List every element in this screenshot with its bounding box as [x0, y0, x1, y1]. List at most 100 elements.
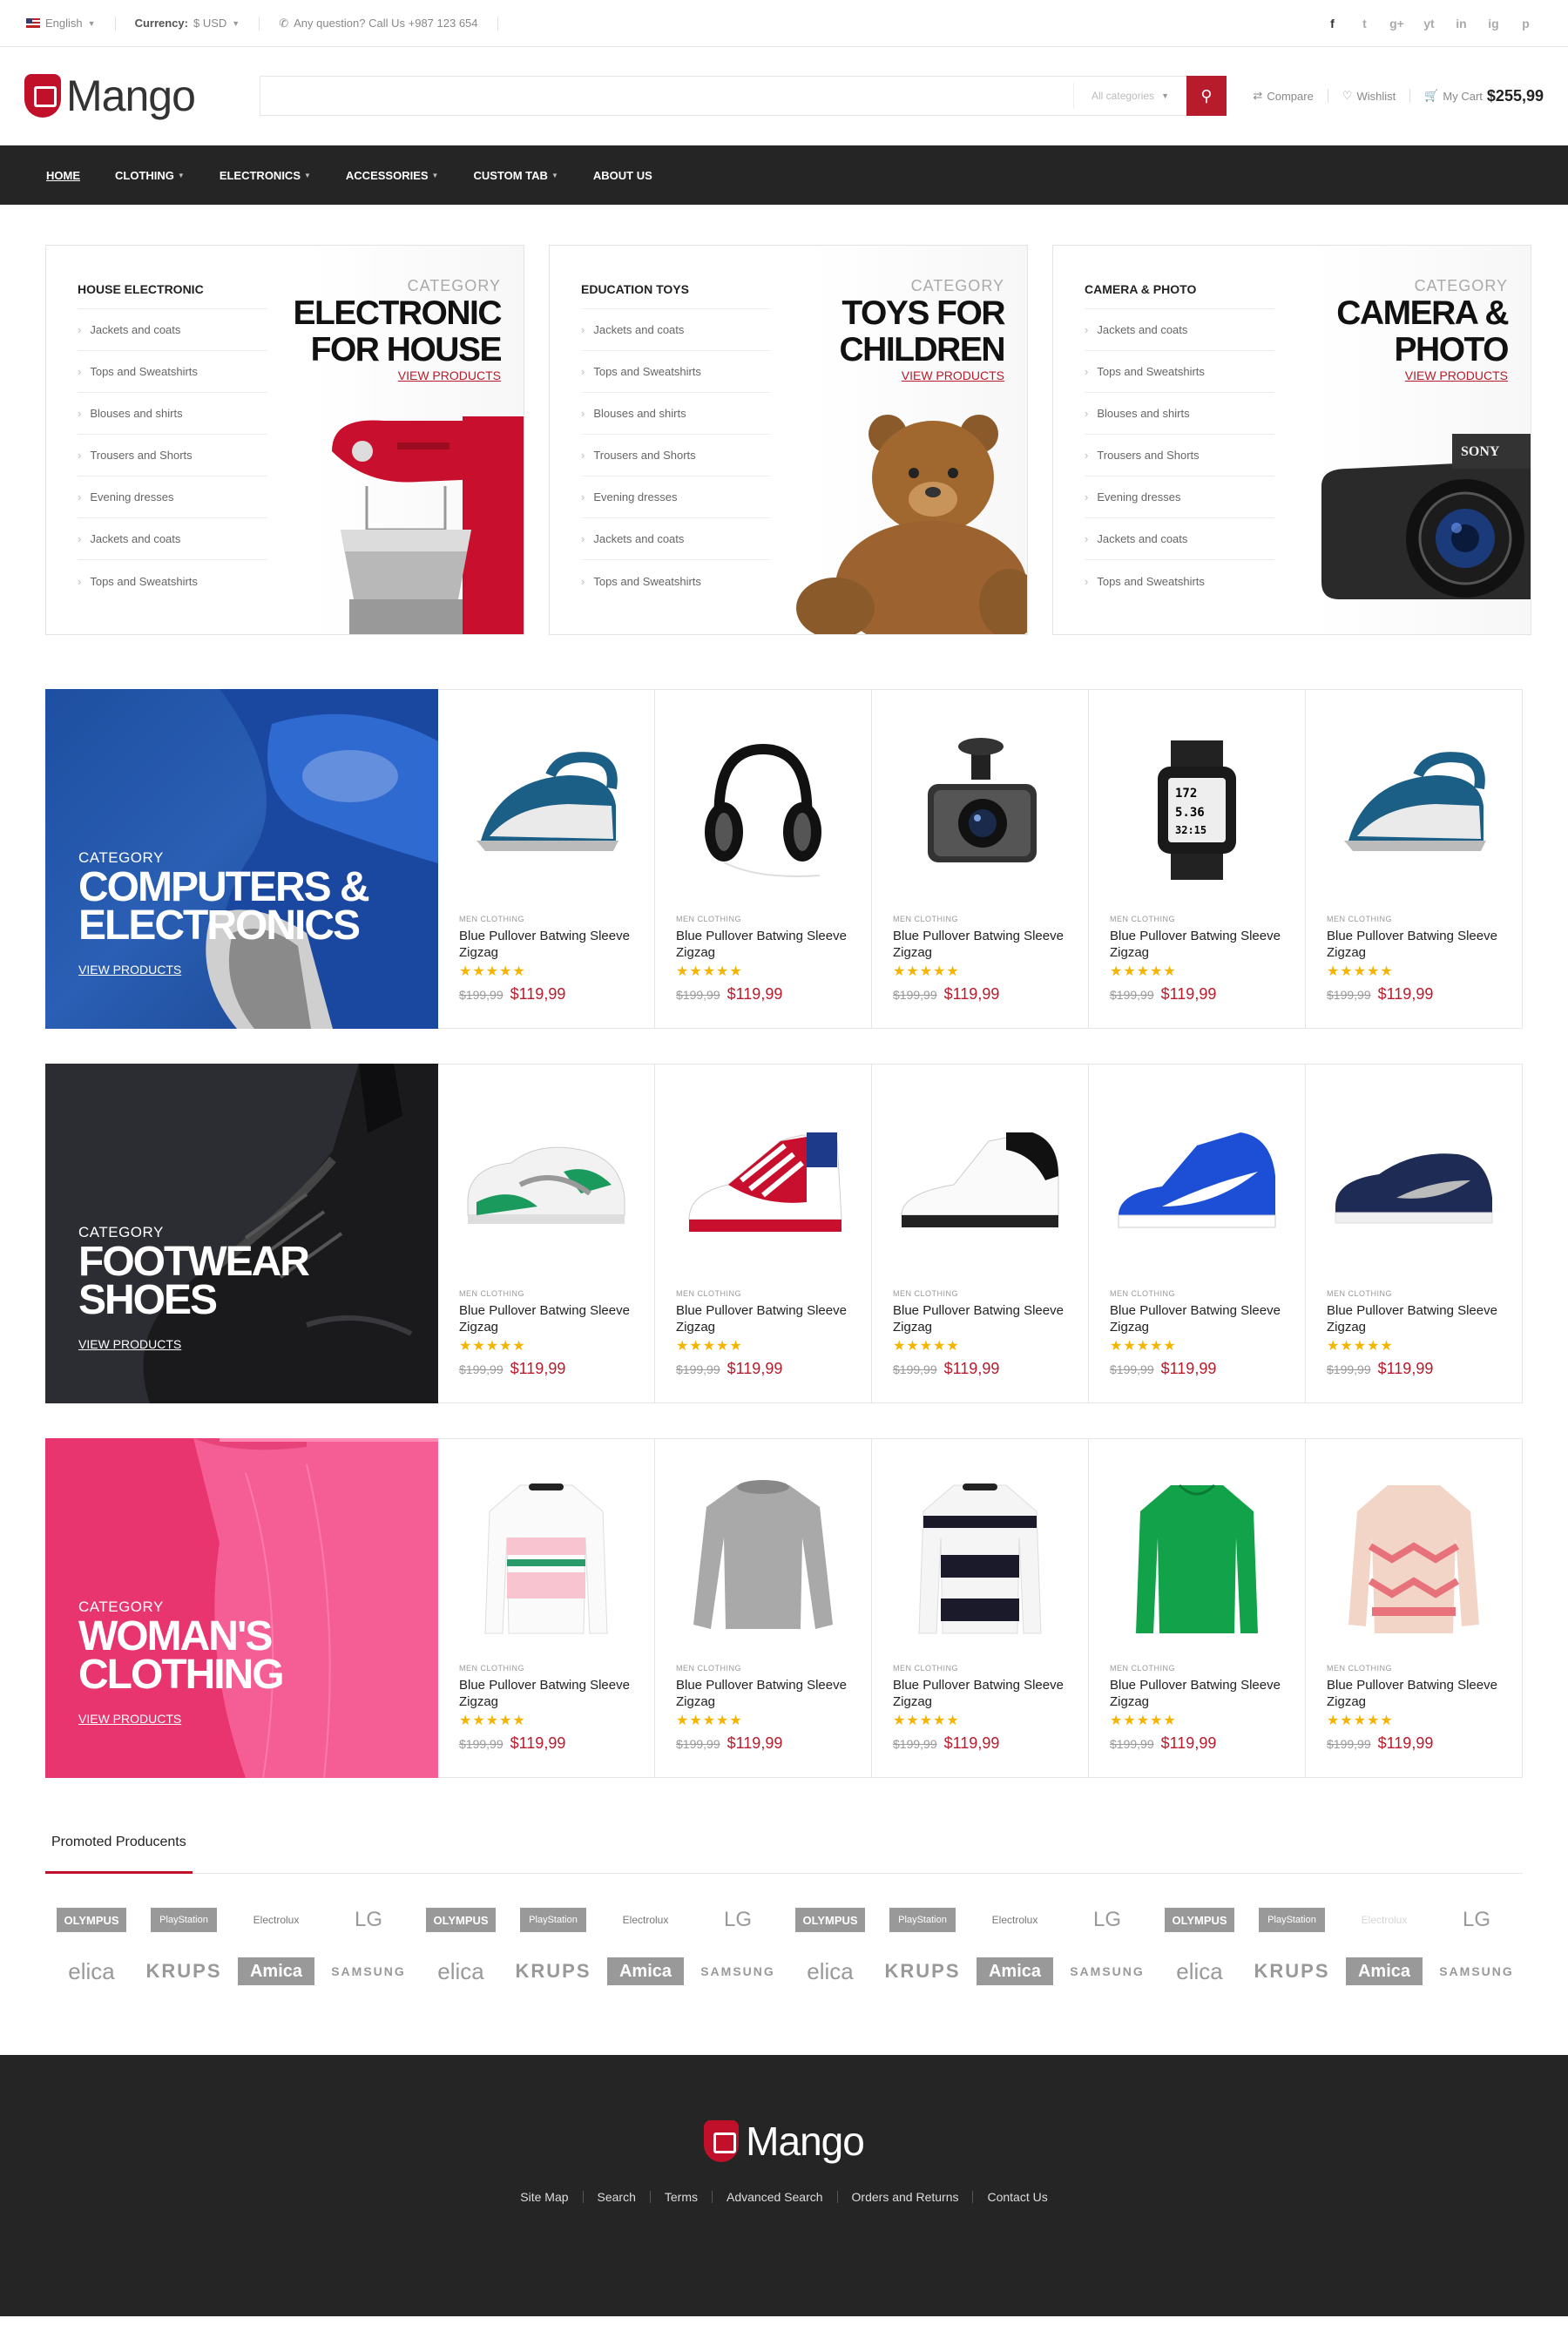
headphones-product-image[interactable] — [676, 714, 850, 906]
product-card[interactable]: MEN CLOTHING Blue Pullover Batwing Sleeve… — [872, 690, 1089, 1028]
sweater-pink-product-image[interactable] — [459, 1463, 633, 1655]
category-list-item[interactable]: Tops and Sweatshirts — [1085, 351, 1274, 393]
product-name[interactable]: Blue Pullover Batwing Sleeve Zigzag — [1327, 1677, 1501, 1710]
brand-logo-playstation[interactable]: PlayStation — [889, 1908, 956, 1932]
brand-logo-amica[interactable]: Amica — [976, 1957, 1054, 1985]
twitter-icon[interactable]: t — [1348, 17, 1381, 30]
category-list-item[interactable]: Evening dresses — [581, 476, 771, 518]
category-list-item[interactable]: Jackets and coats — [581, 309, 771, 351]
brand-logo-playstation[interactable]: PlayStation — [151, 1908, 217, 1932]
category-list-item[interactable]: Evening dresses — [78, 476, 267, 518]
nav-electronics[interactable]: ELECTRONICS ▼ — [220, 169, 311, 182]
footer-logo[interactable]: Mango — [704, 2118, 865, 2165]
brand-logo-electrolux[interactable]: Electrolux — [253, 1907, 300, 1933]
category-list-item[interactable]: Tops and Sweatshirts — [581, 560, 771, 602]
product-name[interactable]: Blue Pullover Batwing Sleeve Zigzag — [676, 1677, 850, 1710]
cart-link[interactable]: 🛒 My Cart $255,99 — [1410, 87, 1544, 105]
category-select[interactable]: All categories ▼ — [1073, 83, 1186, 109]
wishlist-link[interactable]: ♡ Wishlist — [1328, 89, 1411, 103]
category-list-item[interactable]: Jackets and coats — [78, 518, 267, 560]
brand-logo-krups[interactable]: KRUPS — [1254, 1958, 1329, 1984]
sweater-pattern-product-image[interactable] — [1327, 1463, 1501, 1655]
footer-link-contact-us[interactable]: Contact Us — [973, 2191, 1061, 2203]
brand-logo-amica[interactable]: Amica — [237, 1957, 315, 1985]
brand-logo-lg[interactable]: LG — [724, 1907, 752, 1933]
product-card[interactable]: 172 5.36 32:15 MEN CLOTHING Blue Pullover Ba… — [1089, 690, 1306, 1028]
footer-link-search[interactable]: Search — [584, 2191, 651, 2203]
nav-clothing[interactable]: CLOTHING ▼ — [115, 169, 185, 182]
brand-logo-electrolux[interactable]: Electrolux — [623, 1907, 669, 1933]
brand-logo-krups[interactable]: KRUPS — [884, 1958, 960, 1984]
brand-logo-krups[interactable]: KRUPS — [515, 1958, 591, 1984]
brand-logo-lg[interactable]: LG — [355, 1907, 382, 1933]
brand-logo-playstation[interactable]: PlayStation — [1259, 1908, 1325, 1932]
tab-promoted-producents[interactable]: Promoted Producents — [45, 1832, 193, 1874]
product-card[interactable]: MEN CLOTHING Blue Pullover Batwing Sleeve… — [872, 1439, 1089, 1777]
brand-logo-elica[interactable]: elica — [1176, 1958, 1222, 1984]
brand-logo-playstation[interactable]: PlayStation — [520, 1908, 586, 1932]
facebook-icon[interactable]: f — [1316, 17, 1348, 30]
footer-link-orders-returns[interactable]: Orders and Returns — [838, 2191, 974, 2203]
brand-logo-samsung[interactable]: SAMSUNG — [331, 1958, 406, 1984]
category-banner[interactable]: CATEGORY FOOTWEAR SHOES VIEW PRODUCTS — [45, 1064, 438, 1403]
nav-accessories[interactable]: ACCESSORIES ▼ — [346, 169, 439, 182]
footer-link-terms[interactable]: Terms — [651, 2191, 713, 2203]
shoe-white-product-image[interactable] — [893, 1089, 1067, 1281]
shoe-blue-product-image[interactable] — [1110, 1089, 1284, 1281]
product-card[interactable]: MEN CLOTHING Blue Pullover Batwing Sleeve… — [438, 690, 655, 1028]
brand-logo-amica[interactable]: Amica — [606, 1957, 685, 1985]
product-card[interactable]: MEN CLOTHING Blue Pullover Batwing Sleeve… — [1306, 1064, 1522, 1402]
view-products-link[interactable]: VIEW PRODUCTS — [398, 368, 501, 382]
product-name[interactable]: Blue Pullover Batwing Sleeve Zigzag — [676, 928, 850, 961]
watch-product-image[interactable]: 172 5.36 32:15 — [1110, 714, 1284, 906]
brand-logo-elica[interactable]: elica — [68, 1958, 114, 1984]
category-list-item[interactable]: Trousers and Shorts — [581, 435, 771, 476]
brand-logo-olympus[interactable]: OLYMPUS — [795, 1908, 865, 1932]
category-banner[interactable]: CATEGORY WOMAN'S CLOTHING VIEW PRODUCTS — [45, 1438, 438, 1778]
product-name[interactable]: Blue Pullover Batwing Sleeve Zigzag — [1110, 1677, 1284, 1710]
product-name[interactable]: Blue Pullover Batwing Sleeve Zigzag — [893, 1677, 1067, 1710]
brand-logo-samsung[interactable]: SAMSUNG — [700, 1958, 775, 1984]
google-plus-icon[interactable]: g+ — [1381, 17, 1413, 30]
brand-logo-olympus[interactable]: OLYMPUS — [1165, 1908, 1234, 1932]
product-card[interactable]: MEN CLOTHING Blue Pullover Batwing Sleeve… — [655, 1439, 872, 1777]
brand-logo-elica[interactable]: elica — [807, 1958, 853, 1984]
product-card[interactable]: MEN CLOTHING Blue Pullover Batwing Sleeve… — [1306, 690, 1522, 1028]
product-name[interactable]: Blue Pullover Batwing Sleeve Zigzag — [1110, 1302, 1284, 1335]
product-card[interactable]: MEN CLOTHING Blue Pullover Batwing Sleeve… — [1306, 1439, 1522, 1777]
view-products-link[interactable]: VIEW PRODUCTS — [1405, 368, 1508, 382]
category-list-item[interactable]: Trousers and Shorts — [1085, 435, 1274, 476]
brand-logo-lg[interactable]: LG — [1463, 1907, 1490, 1933]
category-list-item[interactable]: Tops and Sweatshirts — [1085, 560, 1274, 602]
product-name[interactable]: Blue Pullover Batwing Sleeve Zigzag — [893, 928, 1067, 961]
brand-logo-electrolux[interactable]: Electrolux — [1362, 1907, 1408, 1933]
brand-logo-krups[interactable]: KRUPS — [145, 1958, 221, 1984]
category-list-item[interactable]: Jackets and coats — [581, 518, 771, 560]
view-products-link[interactable]: VIEW PRODUCTS — [78, 963, 181, 977]
instagram-icon[interactable]: ig — [1477, 17, 1510, 30]
iron-product-image[interactable] — [459, 714, 633, 906]
product-card[interactable]: MEN CLOTHING Blue Pullover Batwing Sleeve… — [438, 1439, 655, 1777]
product-card[interactable]: MEN CLOTHING Blue Pullover Batwing Sleeve… — [655, 1064, 872, 1402]
iron-product-image[interactable] — [1327, 714, 1501, 906]
view-products-link[interactable]: VIEW PRODUCTS — [78, 1337, 181, 1351]
brand-logo-elica[interactable]: elica — [437, 1958, 483, 1984]
search-input[interactable] — [260, 77, 1073, 115]
category-list-item[interactable]: Blouses and shirts — [581, 393, 771, 435]
product-card[interactable]: MEN CLOTHING Blue Pullover Batwing Sleeve… — [438, 1064, 655, 1402]
category-list-item[interactable]: Evening dresses — [1085, 476, 1274, 518]
category-list-item[interactable]: Blouses and shirts — [1085, 393, 1274, 435]
product-card[interactable]: MEN CLOTHING Blue Pullover Batwing Sleeve… — [872, 1064, 1089, 1402]
product-name[interactable]: Blue Pullover Batwing Sleeve Zigzag — [459, 1677, 633, 1710]
brand-logo-samsung[interactable]: SAMSUNG — [1070, 1958, 1145, 1984]
category-list-item[interactable]: Tops and Sweatshirts — [78, 560, 267, 602]
category-list-item[interactable]: Jackets and coats — [1085, 309, 1274, 351]
brand-logo-olympus[interactable]: OLYMPUS — [57, 1908, 126, 1932]
product-name[interactable]: Blue Pullover Batwing Sleeve Zigzag — [1110, 928, 1284, 961]
site-logo[interactable]: Mango — [24, 71, 242, 121]
pinterest-icon[interactable]: p — [1510, 17, 1542, 30]
dashcam-product-image[interactable] — [893, 714, 1067, 906]
product-card[interactable]: MEN CLOTHING Blue Pullover Batwing Sleeve… — [1089, 1064, 1306, 1402]
category-list-item[interactable]: Trousers and Shorts — [78, 435, 267, 476]
category-list-item[interactable]: Tops and Sweatshirts — [581, 351, 771, 393]
